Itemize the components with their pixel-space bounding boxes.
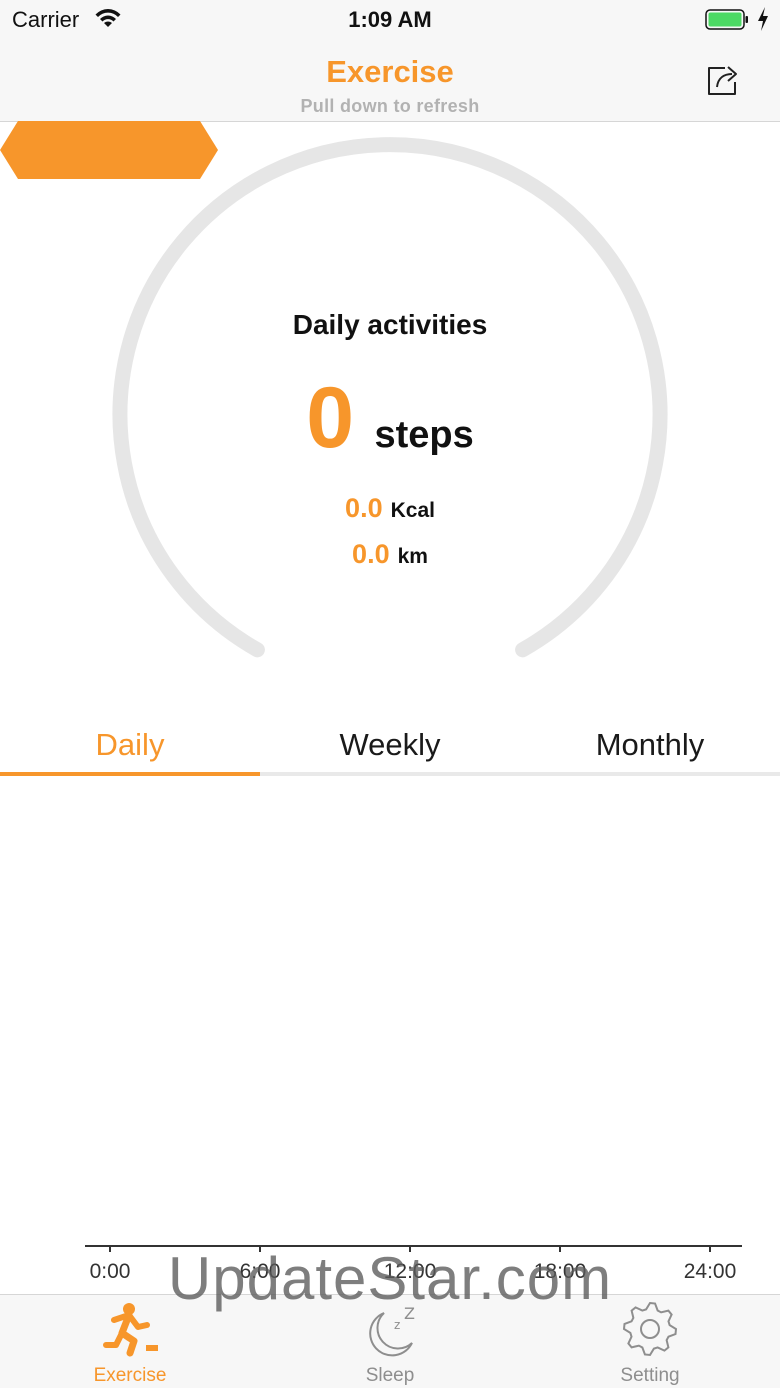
distance-unit: km xyxy=(397,545,428,568)
bottom-tab-bar: Exercise z Z Sleep Setting xyxy=(0,1294,780,1388)
svg-text:z: z xyxy=(394,1318,400,1332)
tabbar-exercise[interactable]: Exercise xyxy=(0,1295,260,1388)
calories-unit: Kcal xyxy=(390,499,435,522)
tab-active-indicator xyxy=(0,772,260,776)
done-label: done xyxy=(367,641,413,663)
steps-readout: 0 steps xyxy=(0,369,780,468)
steps-value: 0 xyxy=(306,370,355,466)
page-title: Exercise xyxy=(326,54,454,89)
charging-bolt-icon xyxy=(758,7,768,31)
done-percent: 0% xyxy=(375,667,405,689)
tabbar-exercise-label: Exercise xyxy=(93,1365,167,1386)
clock: 1:09 AM xyxy=(348,7,432,32)
battery-icon xyxy=(705,9,748,30)
tabbar-setting[interactable]: Setting xyxy=(520,1295,780,1388)
svg-text:Z: Z xyxy=(404,1304,415,1323)
tabbar-setting-label: Setting xyxy=(620,1365,680,1386)
calories-value: 0.0 xyxy=(345,493,383,523)
pull-to-refresh-hint: Pull down to refresh xyxy=(300,96,480,116)
period-tabs: Daily Weekly Monthly xyxy=(0,722,780,777)
running-person-icon xyxy=(103,1303,158,1357)
tabbar-sleep[interactable]: z Z Sleep xyxy=(260,1295,520,1388)
calories-readout: 0.0 Kcal xyxy=(0,493,780,524)
tab-weekly[interactable]: Weekly xyxy=(260,722,520,774)
x-tick-label: 0:00 xyxy=(89,1260,131,1283)
activity-ring: Daily activities 0 steps 0.0 Kcal 0.0 km d… xyxy=(0,121,780,721)
moon-zz-icon: z Z xyxy=(369,1304,415,1357)
tab-daily[interactable]: Daily xyxy=(0,722,260,774)
status-bar: Carrier 1:09 AM xyxy=(0,0,780,40)
x-tick-label: 24:00 xyxy=(683,1260,737,1283)
tabbar-sleep-label: Sleep xyxy=(365,1365,415,1386)
distance-value: 0.0 xyxy=(352,539,390,569)
gear-icon xyxy=(622,1301,678,1357)
top-bar: Carrier 1:09 AM Exercise Pull down to re… xyxy=(0,0,780,122)
done-badge xyxy=(0,121,218,179)
x-tick-label: 6:00 xyxy=(239,1260,281,1283)
steps-unit: steps xyxy=(374,414,474,456)
x-tick-label: 18:00 xyxy=(533,1260,587,1283)
share-icon[interactable] xyxy=(703,60,743,100)
distance-readout: 0.0 km xyxy=(0,539,780,570)
tab-monthly[interactable]: Monthly xyxy=(520,722,780,774)
x-tick-label: 12:00 xyxy=(383,1260,437,1283)
daily-activities-heading: Daily activities xyxy=(292,309,488,340)
